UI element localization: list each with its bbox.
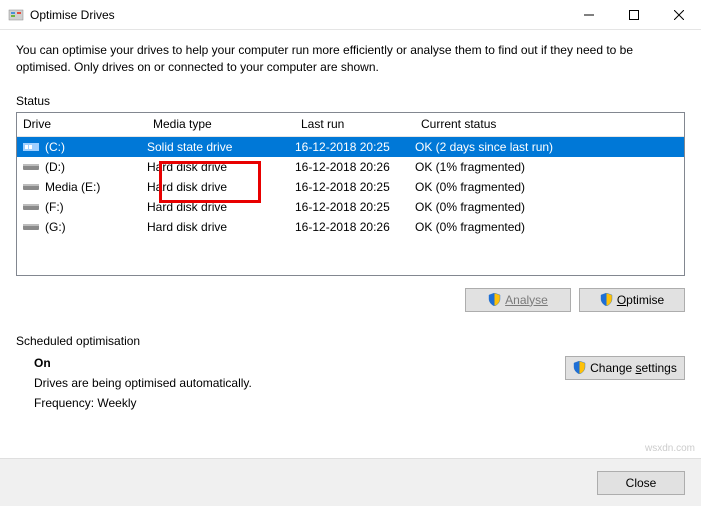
close-button[interactable] — [656, 0, 701, 30]
drive-status: OK (0% fragmented) — [415, 180, 684, 194]
col-status[interactable]: Current status — [415, 117, 684, 131]
status-label: Status — [16, 94, 685, 108]
optimise-button[interactable]: Optimise — [579, 288, 685, 312]
scheduled-label: Scheduled optimisation — [16, 334, 685, 348]
table-header: Drive Media type Last run Current status — [17, 113, 684, 137]
scheduled-line2: Frequency: Weekly — [34, 396, 565, 410]
window-title: Optimise Drives — [30, 8, 566, 22]
optimise-label: Optimise — [617, 293, 664, 307]
drive-name: Media (E:) — [45, 180, 147, 194]
drive-media: Hard disk drive — [147, 160, 295, 174]
drive-icon — [23, 181, 39, 193]
minimize-button[interactable] — [566, 0, 611, 30]
drive-media: Hard disk drive — [147, 180, 295, 194]
drive-last-run: 16-12-2018 20:25 — [295, 140, 415, 154]
scheduled-line1: Drives are being optimised automatically… — [34, 376, 565, 390]
table-row[interactable]: (D:)Hard disk drive16-12-2018 20:26OK (1… — [17, 157, 684, 177]
watermark: wsxdn.com — [645, 443, 695, 454]
drive-status: OK (1% fragmented) — [415, 160, 684, 174]
drive-status: OK (2 days since last run) — [415, 140, 684, 154]
col-media[interactable]: Media type — [147, 117, 295, 131]
drive-last-run: 16-12-2018 20:25 — [295, 180, 415, 194]
table-row[interactable]: (G:)Hard disk drive16-12-2018 20:26OK (0… — [17, 217, 684, 237]
drive-icon — [23, 161, 39, 173]
drive-media: Hard disk drive — [147, 200, 295, 214]
shield-icon — [488, 293, 501, 306]
titlebar: Optimise Drives — [0, 0, 701, 30]
drive-name: (G:) — [45, 220, 147, 234]
maximize-button[interactable] — [611, 0, 656, 30]
footer: Close — [0, 458, 701, 506]
description-text: You can optimise your drives to help you… — [16, 42, 685, 76]
drive-status: OK (0% fragmented) — [415, 200, 684, 214]
shield-icon — [600, 293, 613, 306]
drive-name: (F:) — [45, 200, 147, 214]
drive-last-run: 16-12-2018 20:26 — [295, 160, 415, 174]
drives-table: Drive Media type Last run Current status… — [16, 112, 685, 276]
shield-icon — [573, 361, 586, 374]
drive-name: (C:) — [45, 140, 147, 154]
drive-icon — [23, 221, 39, 233]
app-icon — [8, 7, 24, 23]
table-row[interactable]: Media (E:)Hard disk drive16-12-2018 20:2… — [17, 177, 684, 197]
col-drive[interactable]: Drive — [17, 117, 147, 131]
col-last[interactable]: Last run — [295, 117, 415, 131]
scheduled-state: On — [34, 356, 565, 370]
drive-media: Hard disk drive — [147, 220, 295, 234]
change-settings-button[interactable]: Change settings — [565, 356, 685, 380]
table-row[interactable]: (F:)Hard disk drive16-12-2018 20:25OK (0… — [17, 197, 684, 217]
drive-status: OK (0% fragmented) — [415, 220, 684, 234]
drive-icon — [23, 141, 39, 153]
close-dialog-button[interactable]: Close — [597, 471, 685, 495]
analyse-label: Analyse — [505, 293, 548, 307]
change-settings-label: Change settings — [590, 361, 677, 375]
analyse-button[interactable]: Analyse — [465, 288, 571, 312]
table-row[interactable]: (C:)Solid state drive16-12-2018 20:25OK … — [17, 137, 684, 157]
drive-last-run: 16-12-2018 20:26 — [295, 220, 415, 234]
drive-media: Solid state drive — [147, 140, 295, 154]
drive-name: (D:) — [45, 160, 147, 174]
drive-last-run: 16-12-2018 20:25 — [295, 200, 415, 214]
drive-icon — [23, 201, 39, 213]
